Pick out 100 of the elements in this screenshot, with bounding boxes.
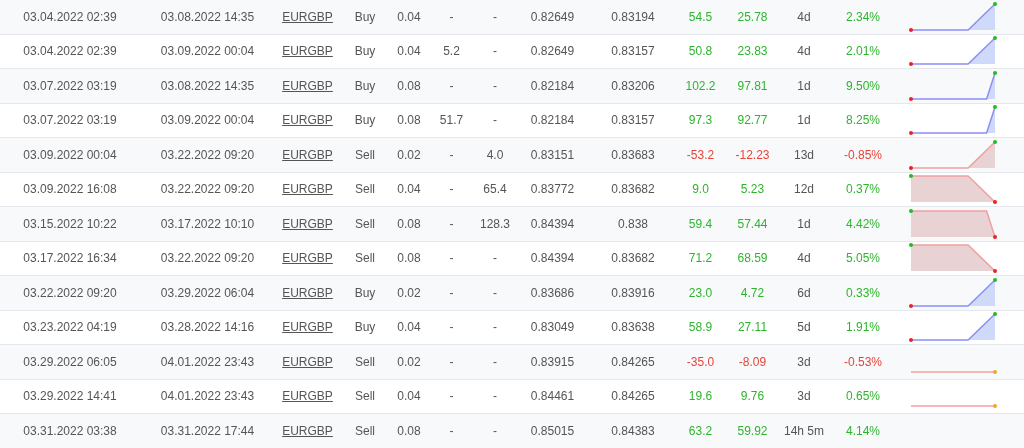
table-cell: 5d	[797, 320, 811, 335]
table-cell: -	[449, 389, 454, 404]
table-cell: 9.76	[740, 389, 765, 404]
table-cell: 3d	[797, 354, 811, 369]
table-cell: 03.29.2022 06:04	[160, 285, 255, 300]
table-cell: 68.59	[737, 251, 768, 266]
table-cell: 0.82184	[530, 78, 575, 93]
symbol-link[interactable]: EURGBP	[282, 113, 333, 128]
table-cell: 4.72	[740, 285, 765, 300]
symbol-link[interactable]: EURGBP	[282, 182, 333, 197]
table-cell: 4d	[797, 9, 811, 24]
table-cell: 0.08	[397, 113, 421, 128]
table-cell: 0.08	[397, 78, 421, 93]
symbol-link[interactable]: EURGBP	[282, 423, 333, 438]
table-cell: 0.83686	[530, 285, 575, 300]
table-cell: 97.3	[688, 113, 713, 128]
table-cell: 5.2	[443, 44, 460, 59]
table-cell: 0.37%	[846, 182, 880, 197]
table-cell: -	[493, 251, 497, 266]
table-cell: 59.92	[737, 423, 768, 438]
table-cell: 03.31.2022 17:44	[160, 423, 255, 438]
table-cell: 0.83194	[611, 9, 655, 24]
table-cell: 03.15.2022 10:22	[23, 216, 117, 231]
table-cell: Sell	[355, 182, 375, 197]
table-cell: 0.83157	[611, 44, 655, 59]
table-cell: 5.05%	[846, 251, 880, 266]
table-cell: 4d	[797, 251, 811, 266]
table-cell: -53.2	[686, 147, 715, 162]
table-cell: 3d	[797, 389, 811, 404]
table-cell: 03.09.2022 00:04	[160, 44, 255, 59]
table-cell: 50.8	[688, 44, 713, 59]
symbol-link[interactable]: EURGBP	[282, 9, 333, 24]
table-cell: 03.09.2022 00:04	[23, 147, 117, 162]
table-cell: -	[493, 389, 497, 404]
table-cell: -	[449, 354, 454, 369]
table-cell: 0.84265	[611, 389, 655, 404]
symbol-link[interactable]: EURGBP	[282, 285, 333, 300]
table-cell: 4.14%	[846, 423, 880, 438]
table-cell: 14h 5m	[784, 423, 824, 438]
table-cell: Buy	[354, 285, 376, 300]
table-cell: 0.83682	[611, 251, 655, 266]
table-cell: Sell	[355, 216, 375, 231]
table-cell: 2.01%	[846, 44, 880, 59]
table-cell: 0.83915	[530, 354, 575, 369]
table-cell: 0.08	[397, 423, 421, 438]
table-cell: 1d	[797, 216, 811, 231]
table-cell: 0.84383	[611, 423, 655, 438]
table-cell: -	[493, 320, 497, 335]
table-cell: 4d	[797, 44, 811, 59]
table-cell: 57.44	[737, 216, 768, 231]
table-cell: 13d	[794, 147, 814, 162]
table-cell: 03.07.2022 03:19	[23, 78, 117, 93]
table-cell: 65.4	[483, 182, 507, 197]
table-cell: 97.81	[737, 78, 768, 93]
table-cell: 5.23	[740, 182, 765, 197]
table-cell: 03.04.2022 02:39	[23, 9, 117, 24]
table-cell: 0.85015	[530, 423, 575, 438]
table-cell: Buy	[354, 44, 376, 59]
table-cell: Buy	[354, 113, 376, 128]
symbol-link[interactable]: EURGBP	[282, 320, 333, 335]
table-cell: 63.2	[688, 423, 713, 438]
table-cell: -	[493, 78, 497, 93]
table-cell: Sell	[355, 423, 375, 438]
table-cell: 9.0	[692, 182, 709, 197]
table-cell: 0.83638	[611, 320, 655, 335]
table-cell: 0.83049	[530, 320, 575, 335]
table-cell: 102.2	[685, 78, 716, 93]
table-cell: 03.29.2022 06:05	[23, 354, 117, 369]
table-cell: 0.838	[618, 216, 648, 231]
table-cell: 0.02	[397, 354, 421, 369]
table-cell: 0.84461	[530, 389, 575, 404]
table-cell: Buy	[354, 9, 376, 24]
table-cell: -0.53%	[844, 354, 882, 369]
table-cell: 03.22.2022 09:20	[160, 182, 255, 197]
table-cell: 0.82649	[530, 9, 575, 24]
table-cell: -	[449, 320, 454, 335]
symbol-link[interactable]: EURGBP	[282, 251, 333, 266]
symbol-link[interactable]: EURGBP	[282, 44, 333, 59]
table-cell: 0.08	[397, 251, 421, 266]
table-cell: 6d	[797, 285, 811, 300]
table-cell: 54.5	[688, 9, 713, 24]
table-cell: -12.23	[735, 147, 770, 162]
table-cell: 0.04	[397, 320, 421, 335]
table-cell: 1d	[797, 78, 811, 93]
table-cell: 23.83	[737, 44, 768, 59]
table-cell: 03.28.2022 14:16	[160, 320, 255, 335]
table-cell: -0.85%	[844, 147, 882, 162]
table-cell: 0.83682	[611, 182, 655, 197]
symbol-link[interactable]: EURGBP	[282, 354, 333, 369]
table-cell: Sell	[355, 251, 375, 266]
symbol-link[interactable]: EURGBP	[282, 216, 333, 231]
table-cell: 0.02	[397, 147, 421, 162]
symbol-link[interactable]: EURGBP	[282, 78, 333, 93]
table-cell: 4.0	[486, 147, 504, 162]
table-cell: 03.09.2022 16:08	[23, 182, 117, 197]
table-cell: Sell	[355, 389, 375, 404]
table-cell: 0.84394	[530, 251, 575, 266]
table-cell: 59.4	[688, 216, 713, 231]
symbol-link[interactable]: EURGBP	[282, 389, 333, 404]
symbol-link[interactable]: EURGBP	[282, 147, 333, 162]
